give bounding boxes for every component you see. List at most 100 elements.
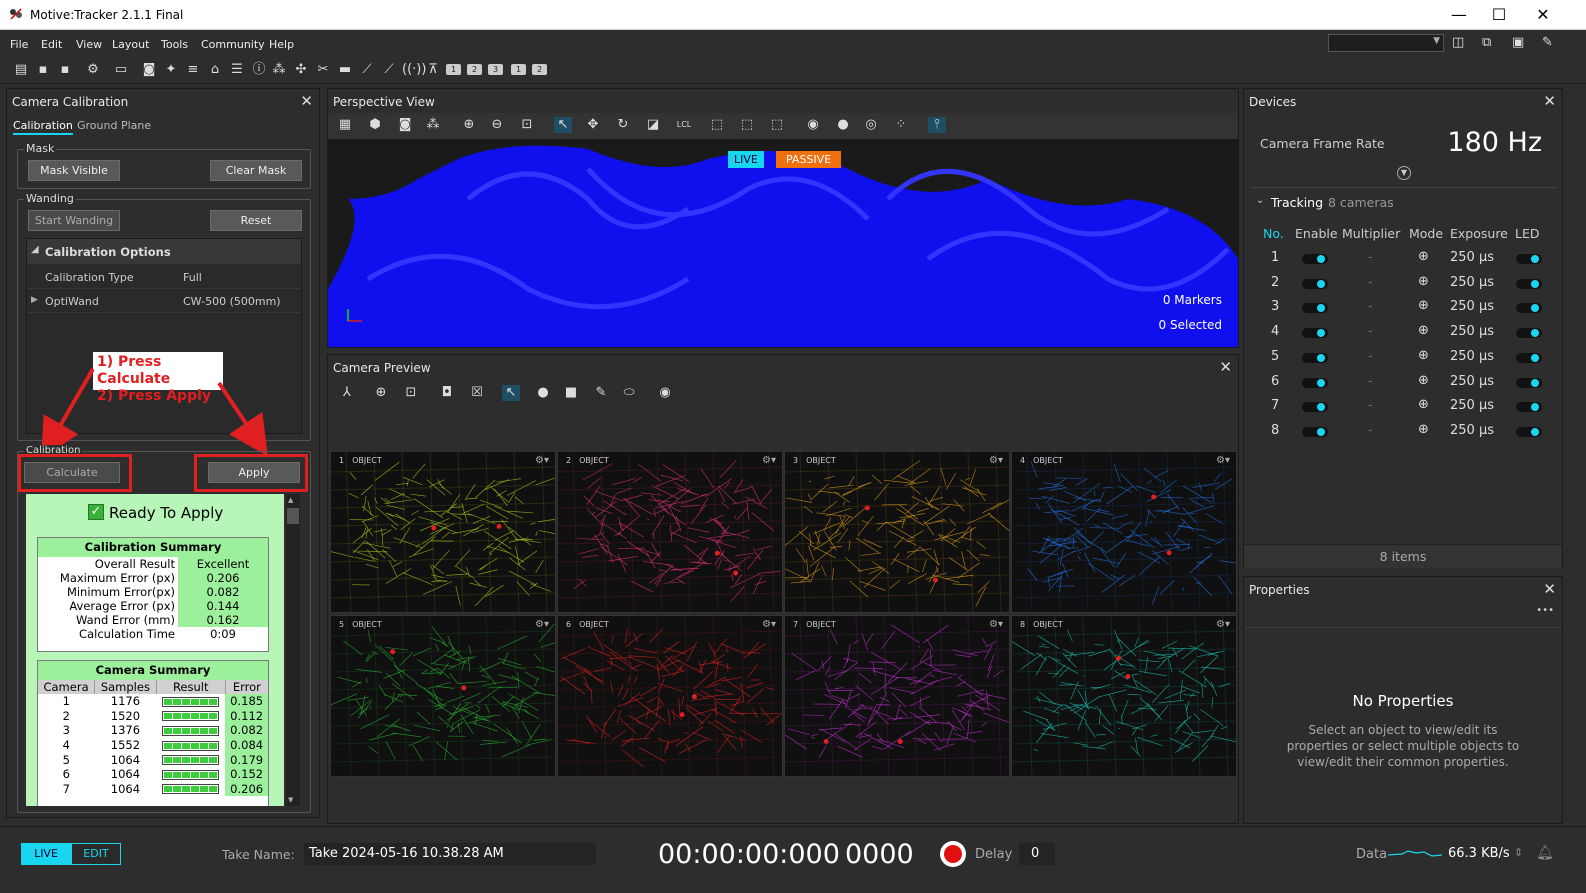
measure-icon[interactable]: ⊼ bbox=[424, 62, 442, 78]
tools-icon[interactable]: ✂ bbox=[314, 62, 332, 78]
panel-icon[interactable]: ▭ bbox=[112, 62, 130, 78]
layout-edit-icon[interactable]: ✎ bbox=[1542, 35, 1553, 50]
camera-icon[interactable]: ◙ bbox=[140, 62, 158, 78]
device-row[interactable]: 2 - ⊕ 250 µs bbox=[1244, 272, 1564, 296]
layout-panel-icon[interactable]: ◫ bbox=[1452, 35, 1464, 50]
tab-ground-plane[interactable]: Ground Plane bbox=[77, 119, 151, 132]
enable-toggle[interactable] bbox=[1302, 254, 1328, 264]
perspective-viewport[interactable]: LIVE PASSIVE 0 Markers 0 Selected bbox=[328, 139, 1238, 347]
option-value[interactable]: Full bbox=[183, 271, 202, 284]
multiplier-value[interactable]: - bbox=[1368, 398, 1373, 413]
mode-crosshair-icon[interactable]: ⊕ bbox=[1418, 298, 1429, 313]
camera-settings-gear-icon[interactable]: ⚙▾ bbox=[762, 455, 776, 466]
live-mode-button[interactable]: LIVE bbox=[21, 843, 71, 865]
menu-tools[interactable]: Tools bbox=[161, 38, 188, 51]
mode-crosshair-icon[interactable]: ⊕ bbox=[1418, 422, 1429, 437]
reset-button[interactable]: Reset bbox=[210, 210, 302, 231]
col-enable[interactable]: Enable bbox=[1295, 226, 1338, 241]
zoom-fit-icon[interactable]: ⊡ bbox=[402, 385, 420, 401]
database-icon[interactable]: ≡ bbox=[184, 62, 202, 78]
marker-set-icon[interactable]: ◎ bbox=[862, 117, 880, 133]
led-toggle[interactable] bbox=[1516, 426, 1542, 437]
rotate-icon[interactable]: ↻ bbox=[614, 117, 632, 133]
start-wanding-button[interactable]: Start Wanding bbox=[28, 210, 120, 231]
expand-updown-icon[interactable]: ⇕ bbox=[1514, 846, 1523, 859]
zoom-out-icon[interactable]: ⊖ bbox=[488, 117, 506, 133]
options-header[interactable]: ◢ Calibration Options bbox=[27, 239, 301, 264]
close-icon[interactable]: ✕ bbox=[1219, 358, 1232, 376]
zoom-fit-icon[interactable]: ⊡ bbox=[518, 117, 536, 133]
device-row[interactable]: 4 - ⊕ 250 µs bbox=[1244, 321, 1564, 345]
scroll-thumb[interactable] bbox=[287, 508, 299, 524]
select-cursor-icon[interactable]: ↖ bbox=[554, 117, 572, 133]
device-row[interactable]: 7 - ⊕ 250 µs bbox=[1244, 395, 1564, 419]
camera-icon[interactable]: ◙ bbox=[396, 117, 414, 133]
camera-view-3[interactable]: 3 OBJECT ⚙▾ bbox=[784, 451, 1010, 613]
graph-toggle-icon[interactable]: ⫯ bbox=[928, 117, 946, 133]
zoom-in-icon[interactable]: ⊕ bbox=[460, 117, 478, 133]
mode-crosshair-icon[interactable]: ⊕ bbox=[1418, 373, 1429, 388]
graph2-icon[interactable]: ⟋ bbox=[380, 62, 398, 78]
enable-toggle[interactable] bbox=[1302, 426, 1328, 437]
visibility-eye-icon[interactable]: ◉ bbox=[656, 385, 674, 401]
enable-toggle[interactable] bbox=[1302, 352, 1328, 363]
tab-calibration[interactable]: Calibration bbox=[13, 119, 73, 135]
notification-bell-icon[interactable]: 🔔︎ bbox=[1536, 845, 1554, 861]
scale-icon[interactable]: ◪ bbox=[644, 117, 662, 133]
device-row[interactable]: 5 - ⊕ 250 µs bbox=[1244, 346, 1564, 370]
mode-crosshair-icon[interactable]: ⊕ bbox=[1418, 323, 1429, 338]
menu-edit[interactable]: Edit bbox=[41, 38, 62, 51]
camera-view-6[interactable]: 6 OBJECT ⚙▾ bbox=[557, 615, 783, 777]
frame-rate-value[interactable]: 180 Hz bbox=[1447, 127, 1542, 158]
enable-toggle[interactable] bbox=[1302, 402, 1328, 413]
led-toggle[interactable] bbox=[1516, 377, 1542, 388]
expand-icon[interactable]: ▶ bbox=[31, 295, 38, 305]
camera-settings-gear-icon[interactable]: ⚙▾ bbox=[1216, 619, 1230, 630]
asset-icon[interactable]: ⌂ bbox=[206, 62, 224, 78]
rigidbody-icon[interactable]: ✣ bbox=[292, 62, 310, 78]
col-no[interactable]: No. bbox=[1263, 226, 1284, 241]
close-icon[interactable]: ✕ bbox=[300, 92, 313, 110]
camera-view-1[interactable]: 1 OBJECT ⚙▾ bbox=[330, 451, 556, 613]
exposure-value[interactable]: 250 µs bbox=[1450, 324, 1494, 339]
settings-gear-icon[interactable]: ⚙ bbox=[84, 62, 102, 78]
enable-toggle[interactable] bbox=[1302, 303, 1328, 314]
expand-chevron-icon[interactable]: ▼ bbox=[1397, 166, 1411, 180]
menu-community[interactable]: Community bbox=[201, 38, 265, 51]
mode-crosshair-icon[interactable]: ⊕ bbox=[1418, 249, 1429, 264]
axis-icon[interactable]: ⅄ bbox=[338, 385, 356, 401]
clear-mask-button[interactable]: Clear Mask bbox=[210, 160, 302, 181]
camera-view-4[interactable]: 4 OBJECT ⚙▾ bbox=[1011, 451, 1237, 613]
layout-preset-5[interactable]: 2 bbox=[532, 64, 547, 75]
wand-icon[interactable]: ✦ bbox=[162, 62, 180, 78]
col-led[interactable]: LED bbox=[1515, 226, 1540, 241]
led-toggle[interactable] bbox=[1516, 402, 1542, 413]
multiplier-value[interactable]: - bbox=[1368, 423, 1373, 438]
camera-view-8[interactable]: 8 OBJECT ⚙▾ bbox=[1011, 615, 1237, 777]
scroll-up-icon[interactable]: ▲ bbox=[288, 496, 293, 504]
graph-icon[interactable]: ⟋ bbox=[358, 62, 376, 78]
layout-camera-icon[interactable]: ▣ bbox=[1512, 35, 1524, 50]
menu-file[interactable]: File bbox=[10, 38, 28, 51]
exposure-value[interactable]: 250 µs bbox=[1450, 349, 1494, 364]
record-button[interactable] bbox=[940, 841, 966, 867]
layout-preset-2[interactable]: 2 bbox=[467, 64, 482, 75]
exposure-value[interactable]: 250 µs bbox=[1450, 423, 1494, 438]
enable-toggle[interactable] bbox=[1302, 328, 1328, 339]
mode-crosshair-icon[interactable]: ⊕ bbox=[1418, 348, 1429, 363]
layout-preset-3[interactable]: 3 bbox=[488, 64, 503, 75]
select-marker-icon[interactable]: ⬚ bbox=[768, 117, 786, 133]
mode-crosshair-icon[interactable]: ⊕ bbox=[1418, 274, 1429, 289]
label-icon[interactable]: ▬ bbox=[336, 62, 354, 78]
move-icon[interactable]: ✥ bbox=[584, 117, 602, 133]
exposure-value[interactable]: 250 µs bbox=[1450, 275, 1494, 290]
cube-icon[interactable]: ⬢ bbox=[366, 117, 384, 133]
camera-settings-gear-icon[interactable]: ⚙▾ bbox=[762, 619, 776, 630]
menu-help[interactable]: Help bbox=[269, 38, 294, 51]
open-folder-icon[interactable]: ▤ bbox=[12, 62, 30, 78]
multiplier-value[interactable]: - bbox=[1368, 374, 1373, 389]
delay-input[interactable]: 0 bbox=[1019, 843, 1055, 865]
mask-visible-button[interactable]: Mask Visible bbox=[28, 160, 120, 181]
mode-crosshair-icon[interactable]: ⊕ bbox=[1418, 397, 1429, 412]
brush-icon[interactable]: ✎ bbox=[592, 385, 610, 401]
